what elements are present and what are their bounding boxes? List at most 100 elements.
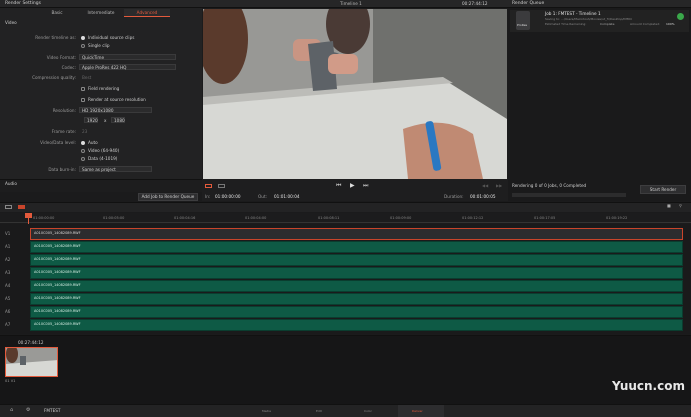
render-at-source-checkbox[interactable] [81,98,85,102]
ruler-tick: 01:00:00:00 [33,216,55,220]
job-time-value: Complete [600,22,615,26]
out-label: Out: [258,194,268,199]
play-icon[interactable]: ▶ [350,183,355,189]
video-clip[interactable]: A010C005_14082089.RWF [30,228,683,240]
resolution-label: Resolution: [52,108,76,113]
job-title: Job 1: FMTEST - Timeline 1 [545,11,601,16]
clip-name: A010C005_14082089.RWF [34,309,81,313]
duration-label: Duration: [444,194,464,199]
playhead-handle[interactable] [25,213,32,218]
clip-name: A010C005_14082089.RWF [34,283,81,287]
audio-clip[interactable]: A010C005_14082089.RWF [30,241,683,253]
frame-rate-label: Frame rate: [51,129,76,134]
watermark-text: Yuucn.com [612,379,685,393]
audio-clip[interactable]: A010C005_14082089.RWF [30,280,683,292]
timeline-view-icon[interactable] [5,205,12,209]
tab-advanced[interactable]: Advanced [124,9,170,17]
ruler-tick: 01:00:08:11 [318,216,340,220]
home-icon[interactable]: ⌂ [10,408,13,413]
page-color[interactable]: Color [364,410,372,413]
ruler-tick: 01:00:09:00 [390,216,412,220]
data-levels-label: Video/Data level: [40,140,76,145]
in-value: 01:00:00:00 [215,194,241,199]
clip-thumbnail[interactable] [5,347,58,377]
skip-forward-icon[interactable]: ⏭ [363,183,368,189]
clip-timecode: 00:27:44:12 [18,340,44,345]
level-auto-label: Auto [88,140,98,145]
codec-label: Codec: [61,65,76,70]
audio-clip[interactable]: A010C005_14082089.RWF [30,267,683,279]
ruler-tick: 01:00:19:22 [606,216,628,220]
level-video-label: Video (64-940) [88,148,120,153]
radio-individual-clips[interactable] [81,36,85,40]
add-job-button[interactable]: Add Job to Render Queue [138,193,198,201]
render-at-source-label: Render at source resolution [88,97,146,102]
search-icon[interactable]: ⚲ [679,204,682,208]
start-render-button[interactable]: Start Render [640,185,686,194]
frame-rate-value: 23 [82,129,88,134]
mark-icon[interactable] [218,184,225,188]
clip-label: 01 V1 [5,379,16,383]
viewer-timecode-top: 00:27:44:12 [462,1,488,6]
job-saving-path: Saving to: .../Users/Macintosh/Movies/ut… [545,17,632,21]
track-label: A4 [5,283,11,288]
render-queue-panel [508,8,691,201]
clip-name: A010C005_14082089.RWF [34,270,81,274]
track-label: A2 [5,257,11,262]
job-complete-check-icon [677,13,684,20]
clip-name: A010C005_14082089.RWF [34,257,81,261]
page-deliver[interactable]: Deliver [412,410,423,413]
tab-basic[interactable]: Basic [36,9,78,17]
radio-level-full[interactable] [81,157,85,161]
codec-value: Apple ProRes 422 HQ [82,65,127,70]
video-format-label: Video Format: [46,55,76,60]
viewer-timeline-title: Timeline 1 [340,1,362,6]
radio-single-clip[interactable] [81,44,85,48]
tab-intermediate[interactable]: Intermediate [80,9,122,17]
clip-name: A010C005_14082089.RWF [34,231,81,235]
ruler-tick: 01:00:04:00 [245,216,267,220]
zoom-icon[interactable]: ■ [667,204,671,208]
ruler-tick: 01:00:12:12 [462,216,484,220]
data-burnin-label: Data burn-in: [48,167,76,172]
audio-clip[interactable]: A010C005_14082089.RWF [30,293,683,305]
radio-single-label: Single clip [88,43,110,48]
radio-level-auto[interactable] [81,141,85,145]
render-settings-title: Render Settings [5,1,41,6]
compression-label: Compression quality: [32,75,76,80]
res-x: x [104,118,107,123]
audio-clip[interactable]: A010C005_14082089.RWF [30,319,683,331]
res-height-value: 1080 [114,118,125,123]
in-label: In: [205,194,211,199]
track-label: A5 [5,296,11,301]
radio-level-video[interactable] [81,149,85,153]
out-value: 01:01:00:04 [274,194,300,199]
audio-clip[interactable]: A010C005_14082089.RWF [30,254,683,266]
ruler-tick: 01:00:05:00 [103,216,125,220]
ruler-tick: 01:00:04:16 [174,216,196,220]
render-progress-bar [512,193,626,197]
settings-icon[interactable]: ⚙ [26,408,30,413]
ruler-tick: 01:00:17:05 [534,216,556,220]
next-edit-icon[interactable]: ▶▶ [496,184,502,188]
render-timeline-label: Render timeline as: [35,35,76,40]
footer-bar [0,404,691,417]
track-label: A3 [5,270,11,275]
clip-name: A010C005_14082089.RWF [34,296,81,300]
video-format-value: QuickTime [82,55,105,60]
track-label: A7 [5,322,11,327]
skip-back-icon[interactable]: ⏮ [336,183,341,189]
prev-edit-icon[interactable]: ◀◀ [482,184,488,188]
field-rendering-checkbox[interactable] [81,87,85,91]
page-edit[interactable]: Edit [316,410,322,413]
audio-clip[interactable]: A010C005_14082089.RWF [30,306,683,318]
render-queue-title: Render Queue [512,1,545,6]
data-burnin-value: Same as project [82,167,116,172]
job-amount-value: 100% [666,22,675,26]
render-settings-panel [0,8,202,179]
timeline-record-icon[interactable] [18,205,25,209]
loop-icon[interactable] [205,184,212,188]
clip-name: A010C005_14082089.RWF [34,322,81,326]
page-media[interactable]: Media [262,410,271,413]
job-amount-label: Amount Completed: [630,22,661,26]
